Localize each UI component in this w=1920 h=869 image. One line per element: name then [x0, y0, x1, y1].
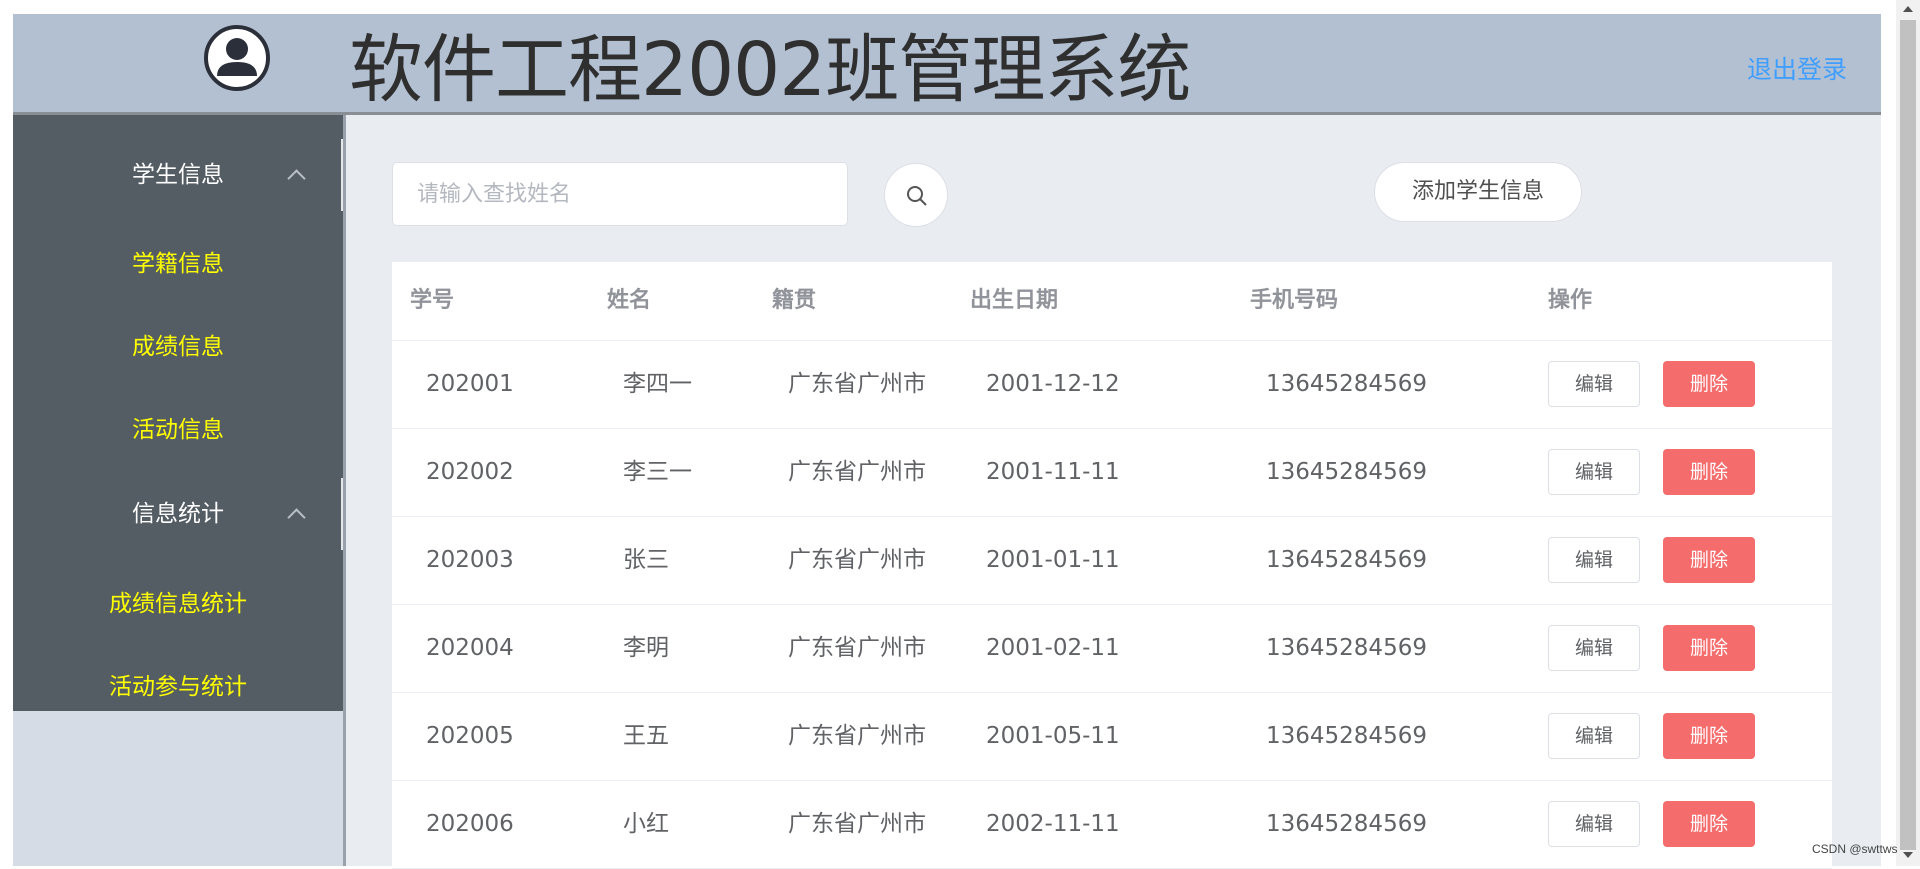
cell-student-id: 202006 — [426, 811, 514, 837]
sidebar-group-label: 学生信息 — [132, 162, 224, 188]
cell-origin: 广东省广州市 — [788, 547, 926, 573]
table-row: 202001 李四一 广东省广州市 2001-12-12 13645284569… — [392, 341, 1832, 429]
sidebar-group-label: 信息统计 — [132, 501, 224, 527]
cell-birth-date: 2001-01-11 — [986, 547, 1120, 573]
cell-name: 王五 — [623, 723, 669, 749]
cell-birth-date: 2001-12-12 — [986, 371, 1120, 397]
delete-button[interactable]: 删除 — [1663, 449, 1755, 495]
cell-student-id: 202002 — [426, 459, 514, 485]
table-row: 202005 王五 广东省广州市 2001-05-11 13645284569 … — [392, 693, 1832, 781]
search-icon — [907, 186, 927, 206]
app-header: 软件工程2002班管理系统 退出登录 — [13, 14, 1881, 115]
edit-button[interactable]: 编辑 — [1548, 449, 1640, 495]
cell-birth-date: 2002-11-11 — [986, 811, 1120, 837]
column-header-phone: 手机号码 — [1250, 288, 1339, 313]
cell-origin: 广东省广州市 — [788, 371, 926, 397]
column-header-actions: 操作 — [1548, 288, 1593, 313]
scrollbar-thumb[interactable] — [1900, 20, 1916, 850]
cell-student-id: 202001 — [426, 371, 514, 397]
page-scrollbar[interactable] — [1896, 0, 1920, 866]
sidebar-group-statistics[interactable]: 信息统计 — [13, 478, 343, 550]
cell-phone: 13645284569 — [1266, 459, 1427, 485]
edit-button[interactable]: 编辑 — [1548, 361, 1640, 407]
cell-name: 李四一 — [623, 371, 692, 397]
cell-origin: 广东省广州市 — [788, 635, 926, 661]
column-header-name: 姓名 — [607, 288, 652, 313]
cell-birth-date: 2001-11-11 — [986, 459, 1120, 485]
delete-button[interactable]: 删除 — [1663, 801, 1755, 847]
delete-button[interactable]: 删除 — [1663, 713, 1755, 759]
cell-name: 张三 — [623, 547, 669, 573]
cell-student-id: 202005 — [426, 723, 514, 749]
cell-birth-date: 2001-05-11 — [986, 723, 1120, 749]
edit-button[interactable]: 编辑 — [1548, 713, 1640, 759]
cell-origin: 广东省广州市 — [788, 459, 926, 485]
column-header-origin: 籍贯 — [772, 288, 817, 313]
user-avatar-icon — [203, 24, 271, 92]
app-title: 软件工程2002班管理系统 — [349, 27, 1191, 113]
table-row: 202003 张三 广东省广州市 2001-01-11 13645284569 … — [392, 517, 1832, 605]
sidebar-item-grade-info[interactable]: 成绩信息 — [13, 312, 343, 382]
chevron-up-icon — [287, 169, 306, 188]
cell-birth-date: 2001-02-11 — [986, 635, 1120, 661]
cell-phone: 13645284569 — [1266, 547, 1427, 573]
cell-name: 李明 — [623, 635, 669, 661]
table-row: 202004 李明 广东省广州市 2001-02-11 13645284569 … — [392, 605, 1832, 693]
scroll-down-icon[interactable] — [1903, 852, 1913, 858]
table-header: 学号 姓名 籍贯 出生日期 手机号码 操作 — [392, 262, 1832, 341]
cell-phone: 13645284569 — [1266, 371, 1427, 397]
table-row: 202006 小红 广东省广州市 2002-11-11 13645284569 … — [392, 781, 1832, 869]
sidebar: 学生信息 学籍信息 成绩信息 活动信息 信息统计 成绩信息统计 活动参与统计 — [13, 115, 343, 711]
watermark: CSDN @swttws — [1812, 842, 1898, 856]
delete-button[interactable]: 删除 — [1663, 625, 1755, 671]
scroll-up-icon[interactable] — [1903, 6, 1913, 12]
name-search-input[interactable] — [392, 162, 848, 226]
edit-button[interactable]: 编辑 — [1548, 537, 1640, 583]
cell-name: 小红 — [623, 811, 669, 837]
edit-button[interactable]: 编辑 — [1548, 625, 1640, 671]
cell-student-id: 202004 — [426, 635, 514, 661]
column-header-birth-date: 出生日期 — [970, 288, 1059, 313]
sidebar-item-activity-statistics[interactable]: 活动参与统计 — [13, 652, 343, 722]
cell-phone: 13645284569 — [1266, 811, 1427, 837]
sidebar-item-grade-statistics[interactable]: 成绩信息统计 — [13, 569, 343, 639]
column-header-student-id: 学号 — [410, 288, 455, 313]
delete-button[interactable]: 删除 — [1663, 537, 1755, 583]
cell-origin: 广东省广州市 — [788, 811, 926, 837]
cell-name: 李三一 — [623, 459, 692, 485]
cell-student-id: 202003 — [426, 547, 514, 573]
cell-phone: 13645284569 — [1266, 635, 1427, 661]
cell-phone: 13645284569 — [1266, 723, 1427, 749]
student-table: 学号 姓名 籍贯 出生日期 手机号码 操作 202001 李四一 广东省广州市 … — [392, 262, 1832, 869]
delete-button[interactable]: 删除 — [1663, 361, 1755, 407]
sidebar-item-activity-info[interactable]: 活动信息 — [13, 395, 343, 465]
search-button[interactable] — [884, 163, 948, 227]
logout-link[interactable]: 退出登录 — [1747, 50, 1847, 86]
cell-origin: 广东省广州市 — [788, 723, 926, 749]
add-student-button[interactable]: 添加学生信息 — [1374, 162, 1582, 222]
chevron-up-icon — [287, 508, 306, 527]
table-row: 202002 李三一 广东省广州市 2001-11-11 13645284569… — [392, 429, 1832, 517]
sidebar-group-student-info[interactable]: 学生信息 — [13, 139, 343, 211]
edit-button[interactable]: 编辑 — [1548, 801, 1640, 847]
sidebar-item-enrollment-info[interactable]: 学籍信息 — [13, 229, 343, 299]
